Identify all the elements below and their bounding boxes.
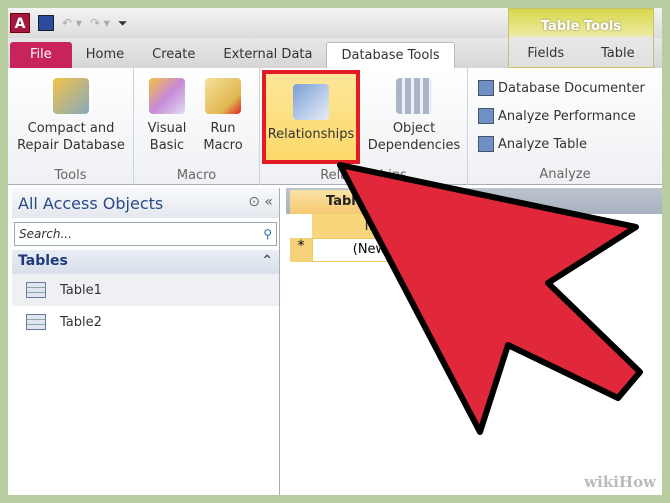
pointer-arrow-annotation: [337, 162, 643, 435]
arrow-shape: [337, 162, 643, 435]
